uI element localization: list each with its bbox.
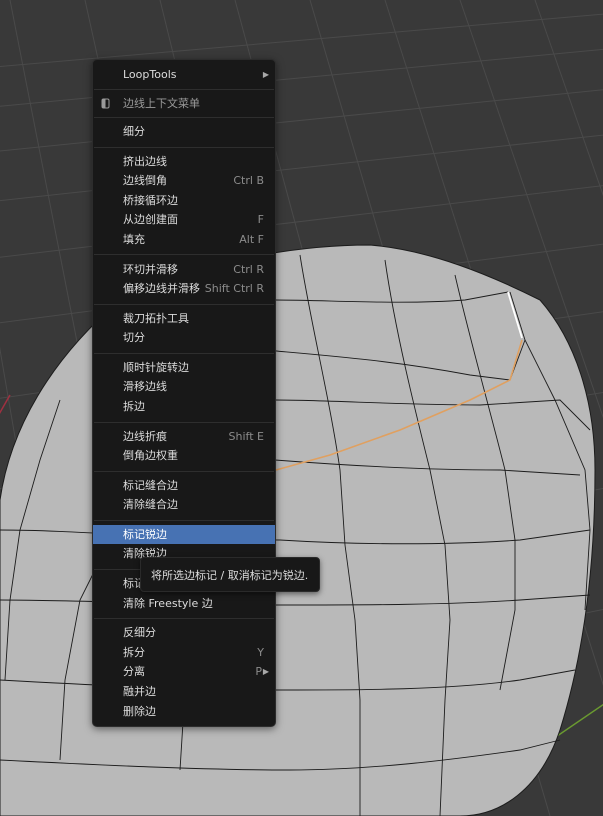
menu-item-edge-context-title: 边线上下文菜单 [93,94,275,113]
menu-item-label: 顺时针旋转边 [123,361,189,374]
menu-item-rotate-edge-cw[interactable]: 顺时针旋转边 [93,358,275,377]
menu-item-fill[interactable]: 填充 Alt F [93,230,275,249]
menu-item-shortcut: Shift Ctrl R [204,282,264,295]
menu-item-label: 反细分 [123,626,156,639]
menu-item-un-subdivide[interactable]: 反细分 [93,623,275,642]
menu-item-offset-edge-slide[interactable]: 偏移边线并滑移 Shift Ctrl R [93,279,275,298]
menu-item-shortcut: P [255,665,262,678]
menu-item-shortcut: Alt F [239,233,264,246]
mesh-body [0,244,596,816]
menu-item-label: 环切并滑移 [123,263,178,276]
menu-item-edge-slide[interactable]: 滑移边线 [93,377,275,396]
menu-item-label: 清除 Freestyle 边 [123,597,213,610]
menu-item-separate[interactable]: 分离 P ▶ [93,662,275,681]
submenu-arrow-icon: ▶ [262,667,269,676]
menu-item-label: 删除边 [123,705,156,718]
menu-item-label: 细分 [123,125,145,138]
menu-item-label: 切分 [123,331,145,344]
menu-separator [94,520,274,521]
menu-item-bevel-edges[interactable]: 边线倒角 Ctrl B [93,171,275,190]
menu-item-label: 标记缝合边 [123,479,178,492]
menu-item-shortcut: Y [257,646,264,659]
menu-separator [94,89,274,90]
menu-item-clear-seam[interactable]: 清除缝合边 [93,495,275,514]
menu-separator [94,304,274,305]
pin-icon[interactable] [101,98,111,109]
menu-item-mark-seam[interactable]: 标记缝合边 [93,476,275,495]
menu-item-label: 标记锐边 [123,528,167,541]
menu-item-clear-freestyle-edge[interactable]: 清除 Freestyle 边 [93,594,275,613]
menu-item-label: 融并边 [123,685,156,698]
menu-item-label: 裁刀拓扑工具 [123,312,189,325]
menu-item-bridge-edge-loops[interactable]: 桥接循环边 [93,191,275,210]
menu-separator [94,471,274,472]
menu-item-delete-edges[interactable]: 删除边 [93,702,275,721]
menu-separator [94,353,274,354]
menu-item-shortcut: Ctrl B [233,174,264,187]
menu-item-looptools[interactable]: LoopTools ▶ [93,65,275,84]
menu-item-label: 填充 [123,233,145,246]
menu-item-split[interactable]: 拆分 Y [93,643,275,662]
menu-item-edge-split[interactable]: 拆边 [93,397,275,416]
menu-item-label: 倒角边权重 [123,449,178,462]
menu-separator [94,422,274,423]
menu-item-edge-crease[interactable]: 边线折痕 Shift E [93,427,275,446]
menu-item-shortcut: Shift E [228,430,264,443]
menu-item-label: 拆分 [123,646,145,659]
menu-item-shortcut: F [257,213,264,226]
menu-separator [94,147,274,148]
menu-item-dissolve-edges[interactable]: 融并边 [93,682,275,701]
menu-item-label: 滑移边线 [123,380,167,393]
menu-item-bisect[interactable]: 切分 [93,328,275,347]
menu-separator [94,117,274,118]
menu-item-label: 边线倒角 [123,174,167,187]
menu-item-extrude-edges[interactable]: 挤出边线 [93,152,275,171]
menu-item-label: 挤出边线 [123,155,167,168]
menu-separator [94,254,274,255]
edge-context-menu: LoopTools ▶ 边线上下文菜单 细分挤出边线边线倒角 Ctrl B 桥接循环边从边… [92,59,276,727]
menu-item-mark-sharp[interactable]: 标记锐边 [93,525,275,544]
menu-item-loop-cut-and-slide[interactable]: 环切并滑移 Ctrl R [93,260,275,279]
menu-item-new-face-from-edges[interactable]: 从边创建面 F [93,210,275,229]
menu-item-label: 拆边 [123,400,145,413]
menu-item-label: 边线折痕 [123,430,167,443]
menu-item-knife-topology-tool[interactable]: 裁刀拓扑工具 [93,309,275,328]
menu-item-shortcut: Ctrl R [233,263,264,276]
menu-item-subdivide[interactable]: 细分 [93,122,275,141]
menu-item-label: 桥接循环边 [123,194,178,207]
menu-item-label: 分离 [123,665,145,678]
menu-separator [94,618,274,619]
menu-item-label: LoopTools [123,68,177,81]
menu-item-label: 边线上下文菜单 [123,97,200,110]
menu-item-label: 从边创建面 [123,213,178,226]
tooltip: 将所选边标记 / 取消标记为锐边. [140,557,320,592]
3d-viewport[interactable] [0,0,603,816]
menu-item-edge-bevel-weight[interactable]: 倒角边权重 [93,446,275,465]
submenu-arrow-icon: ▶ [262,70,269,79]
menu-item-label: 清除缝合边 [123,498,178,511]
menu-item-label: 偏移边线并滑移 [123,282,200,295]
